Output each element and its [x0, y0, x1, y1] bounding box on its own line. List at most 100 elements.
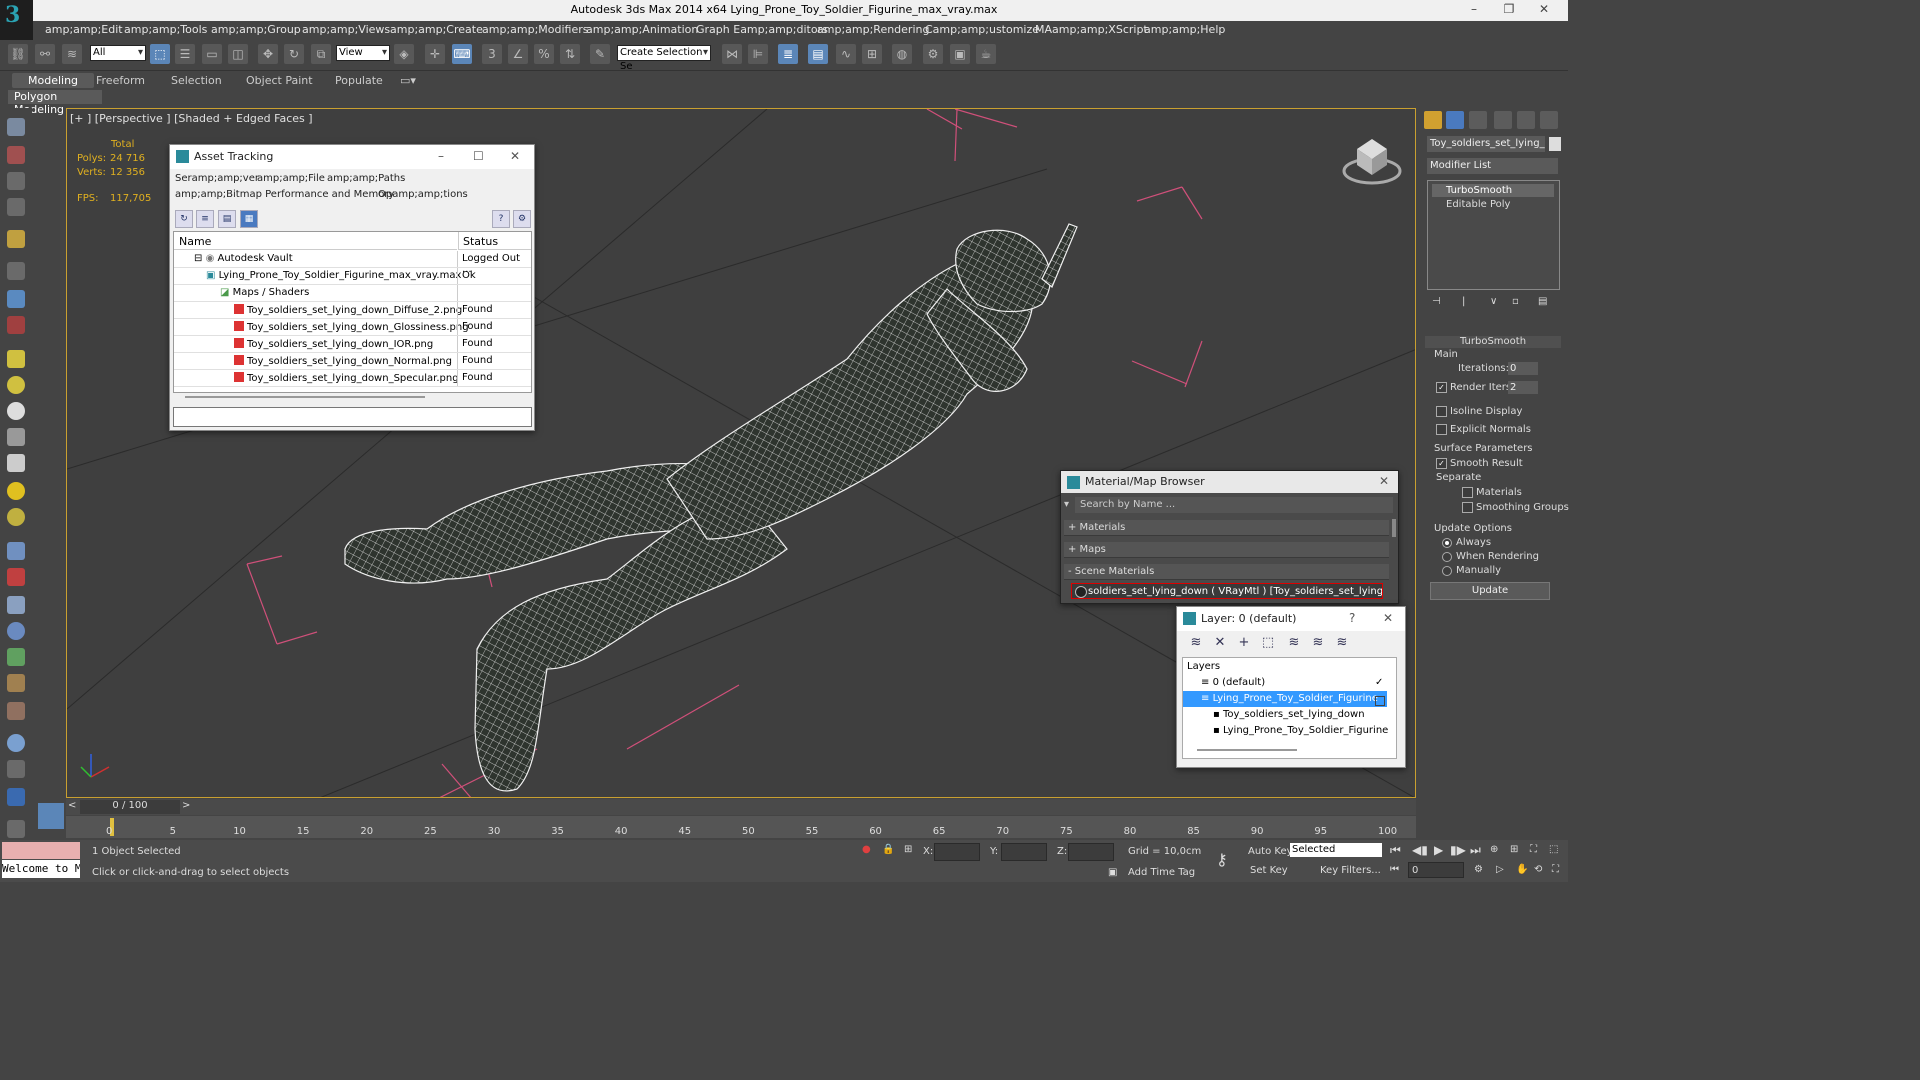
- lock-icon[interactable]: 🔒: [882, 844, 894, 855]
- table-row[interactable]: Toy_soldiers_set_lying_down_Specular.png…: [174, 370, 531, 387]
- render-icon[interactable]: [7, 146, 25, 164]
- render-setup-icon[interactable]: ⚙: [923, 44, 943, 64]
- materials-checkbox[interactable]: [1462, 487, 1473, 498]
- close-icon[interactable]: ✕: [1379, 474, 1389, 488]
- hierarchy-tab-icon[interactable]: [1469, 111, 1487, 129]
- menu-server[interactable]: Seramp;amp;ver: [175, 173, 259, 184]
- list-icon[interactable]: [7, 172, 25, 190]
- angle-snap-icon[interactable]: ∠: [508, 44, 528, 64]
- explicit-normals-checkbox[interactable]: [1436, 424, 1447, 435]
- snaps-toggle-icon[interactable]: 3: [482, 44, 502, 64]
- update-button[interactable]: Update: [1430, 582, 1550, 600]
- tab-modeling[interactable]: Modeling: [12, 73, 95, 88]
- materials-section[interactable]: + Materials: [1064, 520, 1389, 536]
- prev-frame-icon[interactable]: <: [68, 800, 76, 811]
- vray-icon[interactable]: [7, 788, 25, 806]
- window-crossing-icon[interactable]: ◫: [228, 44, 248, 64]
- always-radio[interactable]: [1442, 538, 1452, 548]
- smooth-result-checkbox[interactable]: ✓: [1436, 458, 1447, 469]
- minimize-icon[interactable]: –: [438, 149, 444, 163]
- play-icon[interactable]: ▶: [1434, 843, 1443, 857]
- detail-view-icon[interactable]: ▤: [218, 210, 236, 228]
- table-row[interactable]: ◪ Maps / Shaders: [174, 285, 531, 302]
- torus-icon[interactable]: [7, 508, 25, 526]
- layer-row-default[interactable]: ≡ 0 (default) ✓: [1183, 675, 1387, 691]
- menu-rendering[interactable]: amp;amp;Rendering: [817, 23, 929, 36]
- object-name-field[interactable]: Toy_soldiers_set_lying_down: [1427, 136, 1545, 152]
- select-objects-icon[interactable]: ⬚: [1259, 635, 1277, 653]
- zoom-all-icon[interactable]: ⊞: [1510, 844, 1518, 855]
- scale-icon[interactable]: ⧉: [311, 44, 331, 64]
- help-icon[interactable]: ?: [1349, 611, 1355, 625]
- ribbon-options-icon[interactable]: ▭▾: [400, 74, 416, 87]
- column-header-status[interactable]: Status: [458, 232, 531, 250]
- search-options-icon[interactable]: ▾: [1064, 499, 1069, 510]
- lightbulb-icon[interactable]: [7, 230, 25, 248]
- turbosmooth-rollout-header[interactable]: TurboSmooth: [1425, 336, 1561, 348]
- layer-manager-icon[interactable]: ≣: [778, 44, 798, 64]
- time-tag-icon[interactable]: ▣: [1108, 867, 1117, 878]
- close-icon[interactable]: ✕: [1383, 611, 1393, 625]
- render-iters-spinner[interactable]: 2: [1508, 381, 1538, 394]
- menu-help[interactable]: amp;amp;Help: [1144, 23, 1225, 36]
- tab-object-paint[interactable]: Object Paint: [246, 74, 313, 87]
- smoothing-groups-checkbox[interactable]: [1462, 502, 1473, 513]
- asset-tracking-titlebar[interactable]: Asset Tracking – ☐ ✕: [170, 145, 534, 169]
- orbit-icon[interactable]: ⟲: [1534, 864, 1542, 875]
- select-manipulate-icon[interactable]: ✛: [425, 44, 445, 64]
- key-filters-button[interactable]: Key Filters...: [1320, 865, 1381, 876]
- ribbon-toggle-icon[interactable]: ▤: [808, 44, 828, 64]
- utilities-tab-icon[interactable]: [1540, 111, 1558, 129]
- current-frame-field[interactable]: 0: [1408, 862, 1464, 878]
- hide-all-layers-icon[interactable]: ≋: [1309, 635, 1327, 653]
- time-config-icon[interactable]: ⚙: [1474, 864, 1483, 875]
- refresh-icon[interactable]: ↻: [175, 210, 193, 228]
- time-slider[interactable]: < 0 / 100 >: [66, 799, 1416, 815]
- create-tab-icon[interactable]: [1424, 111, 1442, 129]
- help-icon[interactable]: ?: [492, 210, 510, 228]
- show-end-result-icon[interactable]: |: [1462, 296, 1465, 307]
- percent-snap-icon[interactable]: %: [534, 44, 554, 64]
- scene-material-item[interactable]: soldiers_set_lying_down ( VRayMtl ) [Toy…: [1071, 583, 1383, 599]
- add-to-layer-icon[interactable]: +: [1235, 635, 1253, 653]
- menu-maxscript[interactable]: MAamp;amp;XScript: [1035, 23, 1148, 36]
- table-view-icon[interactable]: ▦: [240, 210, 258, 228]
- table-row[interactable]: Toy_soldiers_set_lying_down_Glossiness.p…: [174, 319, 531, 336]
- camera-icon[interactable]: [7, 262, 25, 280]
- viewport-label[interactable]: [+ ] [Perspective ] [Shaded + Edged Face…: [70, 112, 313, 125]
- curve-editor-icon[interactable]: ∿: [836, 44, 856, 64]
- helper-icon[interactable]: [7, 568, 25, 586]
- menu-views[interactable]: amp;amp;Views: [302, 23, 390, 36]
- layer-row-object[interactable]: ▪ Toy_soldiers_set_lying_down: [1183, 707, 1399, 723]
- stack-item-editable-poly[interactable]: Editable Poly: [1432, 198, 1554, 211]
- layers-column-header[interactable]: Layers: [1187, 661, 1220, 672]
- tab-freeform[interactable]: Freeform: [96, 74, 145, 87]
- configure-sets-icon[interactable]: ▤: [1538, 296, 1547, 307]
- rotate-icon[interactable]: ↻: [284, 44, 304, 64]
- gear-icon[interactable]: [7, 622, 25, 640]
- key-mode-dropdown[interactable]: Selected: [1290, 843, 1382, 857]
- make-unique-icon[interactable]: ∨: [1490, 296, 1497, 307]
- pan-icon[interactable]: ✋: [1516, 864, 1528, 875]
- table-row[interactable]: Toy_soldiers_set_lying_down_Diffuse_2.pn…: [174, 302, 531, 319]
- layer-row-object[interactable]: ▪ Lying_Prone_Toy_Soldier_Figurine: [1183, 723, 1399, 739]
- reel-icon[interactable]: [7, 316, 25, 334]
- modify-tab-icon[interactable]: [1446, 111, 1464, 129]
- selection-filter-dropdown[interactable]: All: [90, 45, 146, 61]
- table-row[interactable]: ⊟ ◉ Autodesk Vault Logged Out ...: [174, 251, 531, 275]
- key-mode-toggle-icon[interactable]: ⏮: [1390, 864, 1399, 875]
- set-key-button[interactable]: Set Key: [1250, 865, 1288, 876]
- pivot-center-icon[interactable]: ◈: [394, 44, 414, 64]
- spinner-snap-icon[interactable]: ⇅: [560, 44, 580, 64]
- close-button[interactable]: ✕: [1530, 2, 1558, 16]
- modifier-list-dropdown[interactable]: Modifier List: [1427, 158, 1558, 174]
- column-header-name[interactable]: Name: [174, 232, 457, 250]
- scene-materials-section[interactable]: - Scene Materials: [1064, 564, 1389, 580]
- sun-icon[interactable]: [7, 482, 25, 500]
- material-browser-titlebar[interactable]: Material/Map Browser ✕: [1061, 471, 1398, 493]
- z-coord-field[interactable]: [1068, 843, 1114, 861]
- current-layer-toggle[interactable]: [1375, 696, 1385, 706]
- menu-group[interactable]: amp;amp;Group: [211, 23, 301, 36]
- box-icon[interactable]: [7, 350, 25, 368]
- select-object-icon[interactable]: ⬚: [150, 44, 170, 64]
